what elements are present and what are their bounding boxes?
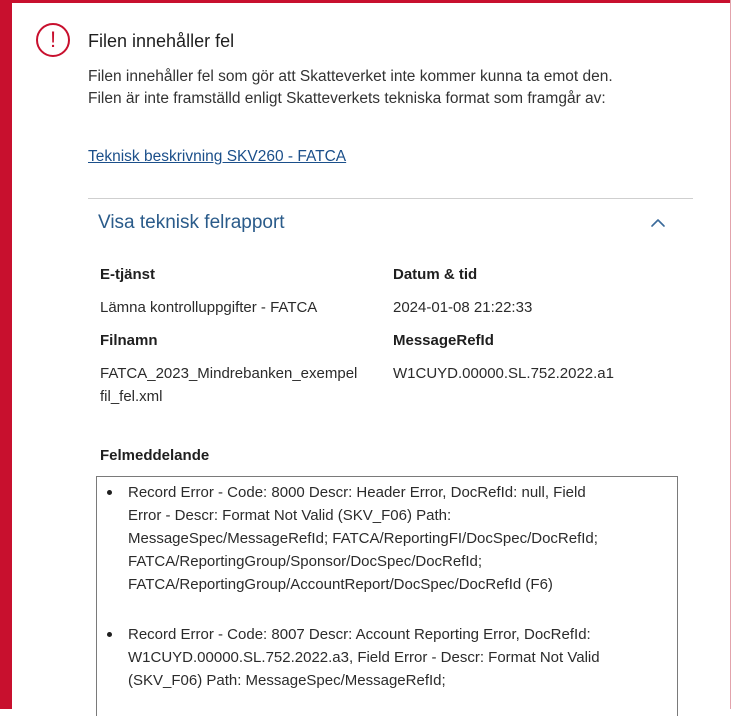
service-value: Lämna kontrolluppgifter - FATCA — [100, 299, 318, 316]
alert-description-line: Filen är inte framställd enligt Skatteve… — [88, 90, 606, 107]
error-message-line: FATCA/ReportingGroup/Sponsor/DocSpec/Doc… — [128, 553, 483, 570]
error-message-line: Record Error - Code: 8007 Descr: Account… — [128, 626, 591, 643]
exclamation-circle-icon: ! — [36, 23, 70, 57]
technical-report-toggle-label: Visa teknisk felrapport — [98, 212, 285, 233]
alert-title: Filen innehåller fel — [88, 31, 235, 51]
bullet-icon — [107, 490, 112, 495]
error-message-line: (SKV_F06) Path: MessageSpec/MessageRefId… — [128, 672, 446, 689]
filename-value-line: fil_fel.xml — [100, 388, 163, 405]
error-message-item: Record Error - Code: 8007 Descr: Account… — [97, 619, 677, 692]
section-divider — [88, 198, 693, 199]
service-label: E-tjänst — [100, 266, 156, 283]
error-messages-heading: Felmeddelande — [100, 447, 210, 464]
alert-description: Filen innehåller fel som gör att Skattev… — [88, 66, 708, 110]
alert-top-border — [12, 0, 731, 3]
bullet-icon — [107, 632, 112, 637]
filename-value: FATCA_2023_Mindrebanken_exempel fil_fel.… — [100, 362, 390, 408]
message-ref-value: W1CUYD.00000.SL.752.2022.a1 — [393, 365, 614, 382]
error-message-line: Record Error - Code: 8000 Descr: Header … — [128, 484, 586, 501]
error-message-line: FATCA/ReportingGroup/AccountReport/DocSp… — [128, 576, 553, 593]
alert-description-line: Filen innehåller fel som gör att Skattev… — [88, 68, 613, 85]
datetime-value: 2024-01-08 21:22:33 — [393, 299, 533, 316]
technical-spec-link[interactable]: Teknisk beskrivning SKV260 - FATCA — [88, 148, 346, 166]
datetime-label: Datum & tid — [393, 266, 478, 283]
error-messages-list: Record Error - Code: 8000 Descr: Header … — [97, 477, 677, 692]
filename-value-line: FATCA_2023_Mindrebanken_exempel — [100, 365, 358, 382]
filename-label: Filnamn — [100, 332, 158, 349]
error-message-item: Record Error - Code: 8000 Descr: Header … — [97, 477, 677, 596]
error-messages-box[interactable]: Record Error - Code: 8000 Descr: Header … — [96, 476, 678, 716]
error-message-line: MessageSpec/MessageRefId; FATCA/Reportin… — [128, 530, 598, 547]
error-message-line: W1CUYD.00000.SL.752.2022.a3, Field Error… — [128, 649, 600, 666]
chevron-up-icon — [651, 219, 665, 227]
message-ref-label: MessageRefId — [393, 332, 494, 349]
alert-accent-bar — [0, 0, 12, 709]
technical-report-toggle[interactable]: Visa teknisk felrapport — [88, 203, 693, 247]
error-message-line: Error - Descr: Format Not Valid (SKV_F06… — [128, 507, 452, 524]
